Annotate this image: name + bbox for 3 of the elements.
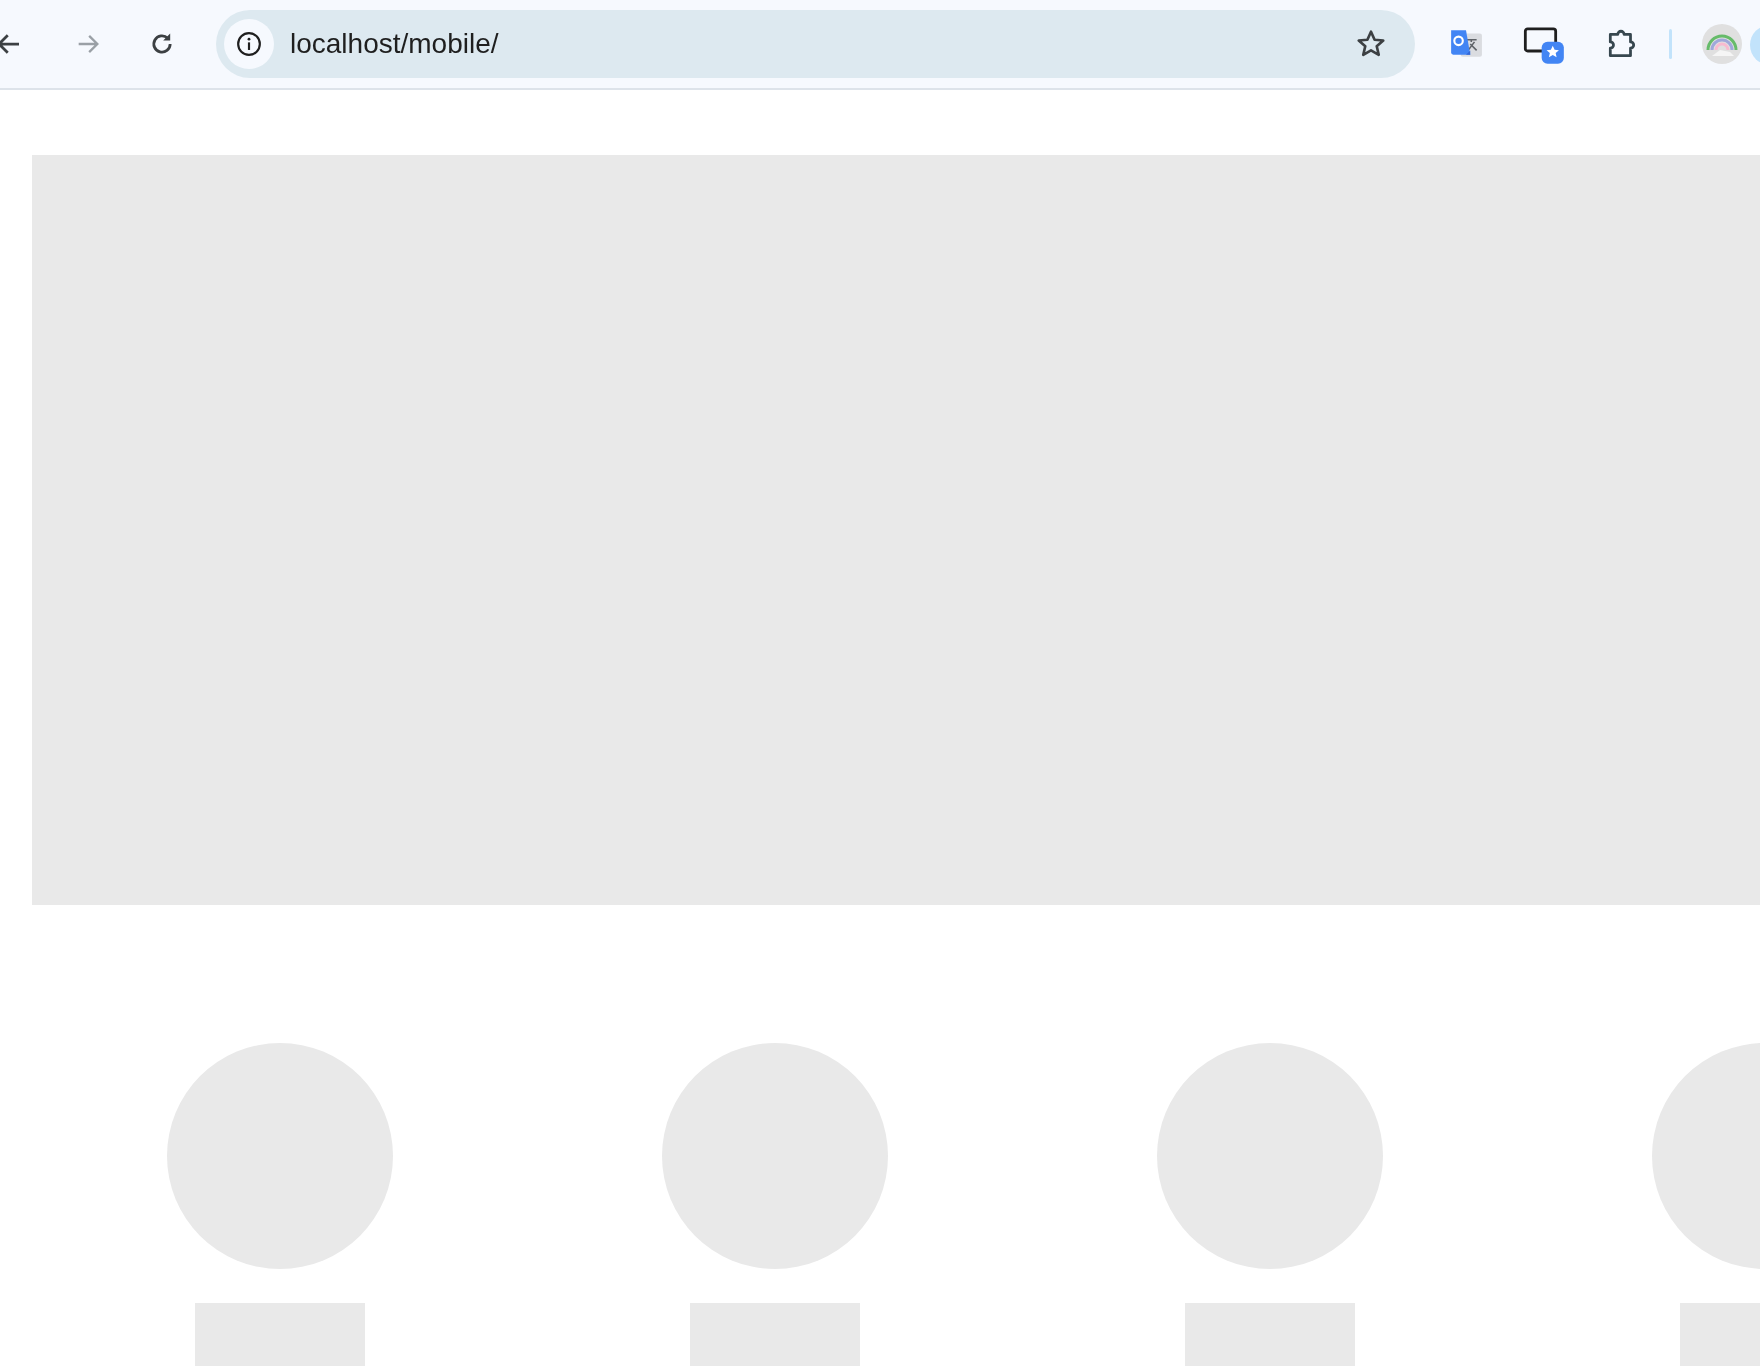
url-text: localhost/mobile/: [290, 28, 500, 60]
address-bar[interactable]: localhost/mobile/: [216, 10, 1415, 78]
site-info-icon[interactable]: [224, 19, 274, 69]
